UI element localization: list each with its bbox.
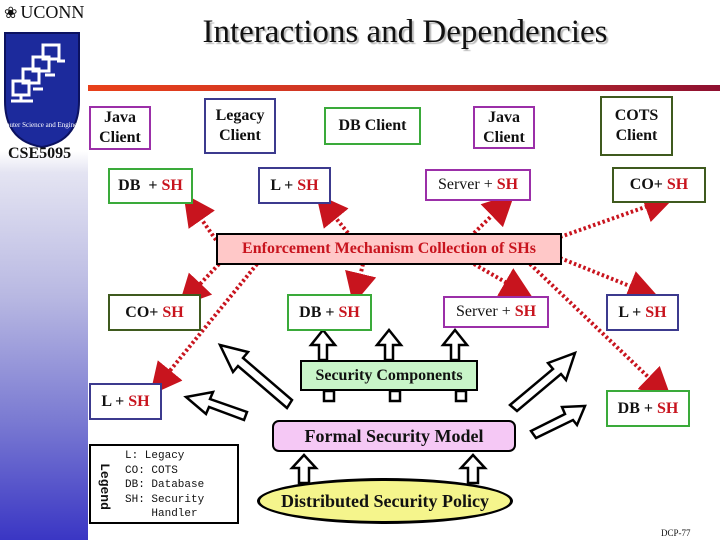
up-right-arrow-2 <box>529 404 587 440</box>
client-label: DB Client <box>338 117 407 134</box>
shield-text: Computer Science and Engineering <box>3 121 81 129</box>
connector-stub-3 <box>454 389 468 403</box>
dep-line-db-mid <box>345 263 377 305</box>
handler-legacy-left: L + SH <box>89 383 162 420</box>
java-client-box-2: Java Client <box>473 106 535 149</box>
dep-line-l-right <box>559 256 660 301</box>
up-arrow-3 <box>440 327 470 362</box>
legend-box: Legend L: Legacy CO: COTS DB: Database S… <box>89 444 239 524</box>
sh-label: SH <box>128 392 150 410</box>
handler-cots-top: CO+ SH <box>612 167 706 203</box>
handler-prefix: L + <box>270 176 298 194</box>
enforcement-mechanism-box: Enforcement Mechanism Collection of SHs <box>216 233 562 265</box>
client-label-line1: Java <box>488 108 520 126</box>
handler-prefix: L + <box>101 392 129 410</box>
handler-prefix: CO+ <box>125 303 163 321</box>
title-divider <box>88 85 720 91</box>
handler-prefix: Server + <box>455 303 515 320</box>
up-left-arrow-2 <box>183 390 249 422</box>
university-name: UCONN <box>20 2 85 22</box>
dep-line-server-mid <box>473 262 533 298</box>
up-arrow-2 <box>374 327 404 362</box>
sh-label: SH <box>645 303 667 321</box>
sh-label: SH <box>161 177 183 194</box>
client-label-line2: Client <box>483 128 525 146</box>
handler-prefix: L + <box>618 303 646 321</box>
legend-item: DB: Database <box>125 479 205 491</box>
up-right-arrow-1 <box>508 350 578 413</box>
cots-client-box: COTS Client <box>600 96 673 156</box>
handler-prefix: CO+ <box>629 176 667 193</box>
up-left-arrow-1 <box>217 343 294 410</box>
db-client-box: DB Client <box>324 107 421 145</box>
dep-line-server-top <box>472 193 515 235</box>
handler-prefix: DB + <box>118 177 162 194</box>
handler-legacy-top: L + SH <box>258 167 331 204</box>
connector-stub-1 <box>322 389 336 403</box>
policy-up-arrow-1 <box>289 453 319 485</box>
legend-item: SH: Security <box>125 493 205 506</box>
handler-db-top: DB + SH <box>108 168 193 204</box>
client-label-line1: Legacy <box>215 107 265 124</box>
security-components-box: Security Components <box>300 360 478 391</box>
slide-number: DCP-77 <box>661 528 691 538</box>
handler-legacy-right: L + SH <box>606 294 679 331</box>
university-logo: ❀ UCONN <box>4 2 84 23</box>
legend-item: L: Legacy <box>125 450 185 462</box>
client-label-line2: Client <box>219 127 261 144</box>
sh-label: SH <box>162 303 184 321</box>
legend-items: L: Legacy CO: COTS DB: Database SH: Secu… <box>125 449 204 522</box>
dep-line-l-top <box>315 193 350 235</box>
java-client-box-1: Java Client <box>89 106 151 150</box>
client-label-line2: Client <box>615 127 658 144</box>
handler-cots-mid: CO+ SH <box>108 294 201 331</box>
department-shield-logo: Computer Science and Engineering <box>3 32 81 149</box>
dep-line-co-top <box>559 191 676 239</box>
legend-item: Handler <box>125 508 198 520</box>
sh-label: SH <box>657 399 679 417</box>
client-label-line2: Client <box>99 129 141 146</box>
handler-prefix: DB + <box>617 399 657 417</box>
oak-leaf-icon: ❀ <box>4 4 18 22</box>
legend-title: Legend <box>96 462 112 510</box>
client-label-line1: COTS <box>614 107 659 124</box>
course-code: CSE5095 <box>8 145 72 162</box>
sh-label: SH <box>496 176 519 193</box>
sh-label: SH <box>514 303 537 320</box>
handler-prefix: Server + <box>437 176 497 193</box>
legacy-client-box: Legacy Client <box>204 98 276 154</box>
handler-db-right: DB + SH <box>606 390 690 427</box>
dep-line-db-top <box>183 193 218 242</box>
sh-label: SH <box>338 303 360 321</box>
distributed-security-policy-ellipse: Distributed Security Policy <box>257 478 513 524</box>
policy-up-arrow-2 <box>458 453 488 485</box>
sh-label: SH <box>666 176 689 193</box>
handler-server-mid: Server + SH <box>443 296 549 328</box>
handler-db-mid: DB + SH <box>287 294 372 331</box>
formal-security-model-box: Formal Security Model <box>272 420 516 452</box>
up-arrow-1 <box>308 327 338 362</box>
handler-server-top: Server + SH <box>425 169 531 201</box>
page-title: Interactions and Dependencies <box>202 14 608 50</box>
handler-prefix: DB + <box>299 303 339 321</box>
legend-item: CO: COTS <box>125 464 178 477</box>
connector-stub-2 <box>388 389 402 403</box>
sh-label: SH <box>297 176 319 194</box>
client-label-line1: Java <box>104 109 136 126</box>
